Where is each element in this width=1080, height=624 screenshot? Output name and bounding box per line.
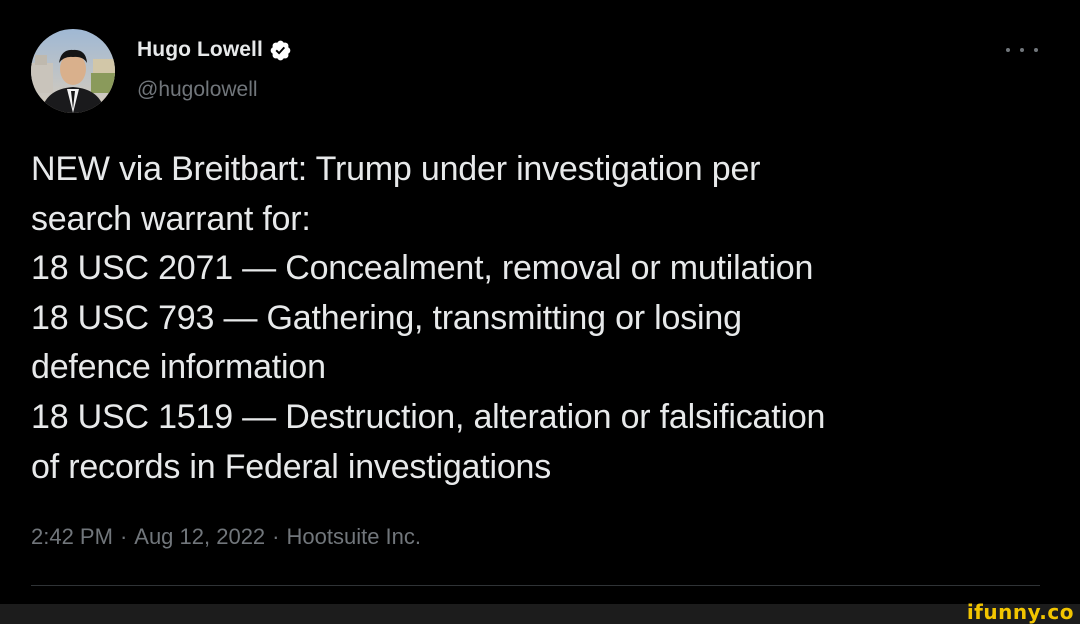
tweet-metadata: 2:42 PM · Aug 12, 2022 · Hootsuite Inc. — [31, 524, 421, 550]
author-avatar[interactable] — [31, 29, 115, 113]
ifunny-watermark: ifunny.co — [966, 600, 1074, 624]
dot — [1034, 48, 1038, 52]
tweet-line: defence information — [31, 348, 326, 387]
more-options-icon[interactable] — [1006, 40, 1038, 60]
author-display-name[interactable]: Hugo Lowell — [137, 38, 263, 62]
tweet-source[interactable]: Hootsuite Inc. — [287, 524, 422, 549]
dot — [1020, 48, 1024, 52]
meta-separator: · — [272, 524, 280, 549]
tweet-line: 18 USC 1519 — Destruction, alteration or… — [31, 397, 826, 436]
tweet-line: of records in Federal investigations — [31, 447, 552, 486]
tweet-line: 18 USC 2071 — Concealment, removal or mu… — [31, 249, 814, 288]
tweet-date[interactable]: Aug 12, 2022 — [134, 524, 265, 549]
tweet-time[interactable]: 2:42 PM — [31, 524, 113, 549]
tweet-body: NEW via Breitbart: Trump under investiga… — [31, 145, 1051, 492]
author-handle[interactable]: @hugolowell — [137, 78, 258, 102]
tweet-line: search warrant for: — [31, 199, 311, 238]
tweet-line: NEW via Breitbart: Trump under investiga… — [31, 150, 761, 188]
verified-badge-icon — [270, 40, 291, 60]
watermark-bar — [0, 604, 1080, 624]
tweet-line: 18 USC 793 — Gathering, transmitting or … — [31, 298, 742, 337]
divider — [31, 585, 1040, 586]
tweet-card: Hugo Lowell @hugolowell NEW via Breitbar… — [0, 0, 1080, 604]
dot — [1006, 48, 1010, 52]
meta-separator: · — [119, 524, 128, 549]
